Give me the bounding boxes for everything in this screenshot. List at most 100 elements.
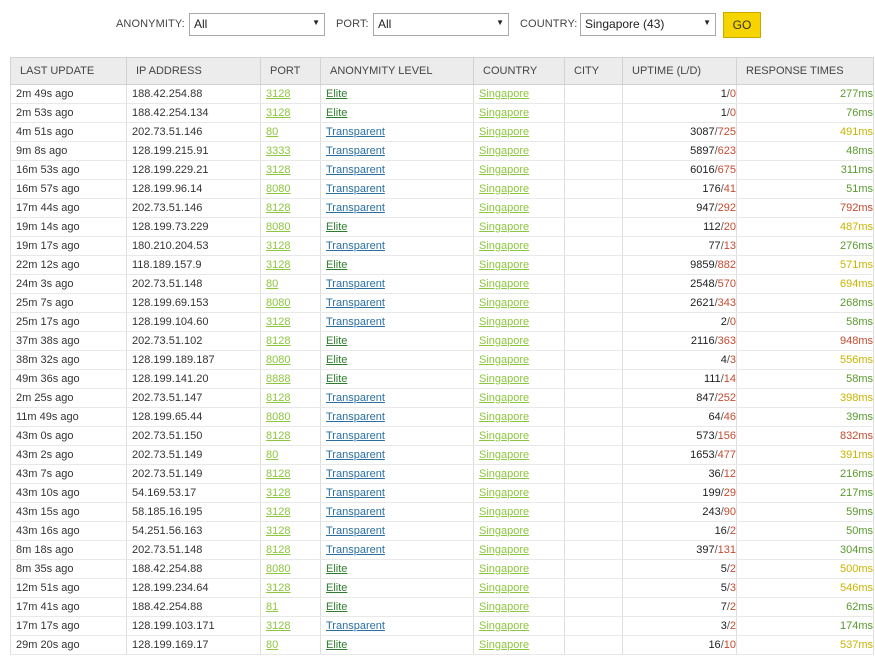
- port-link[interactable]: 80: [266, 278, 278, 290]
- country-link[interactable]: Singapore: [479, 126, 529, 138]
- port-link[interactable]: 80: [266, 639, 278, 651]
- header-last-update[interactable]: LAST UPDATE: [10, 57, 127, 85]
- port-link[interactable]: 3128: [266, 487, 290, 499]
- anonymity-link[interactable]: Elite: [326, 88, 347, 100]
- country-link[interactable]: Singapore: [479, 202, 529, 214]
- port-link[interactable]: 3128: [266, 582, 290, 594]
- anonymity-link[interactable]: Transparent: [326, 202, 385, 214]
- port-link[interactable]: 3128: [266, 316, 290, 328]
- anonymity-link[interactable]: Elite: [326, 582, 347, 594]
- country-link[interactable]: Singapore: [479, 544, 529, 556]
- header-country[interactable]: COUNTRY: [473, 57, 565, 85]
- port-link[interactable]: 3128: [266, 164, 290, 176]
- anonymity-link[interactable]: Transparent: [326, 525, 385, 537]
- header-anonymity-level[interactable]: ANONYMITY LEVEL: [320, 57, 474, 85]
- country-link[interactable]: Singapore: [479, 373, 529, 385]
- header-ip-address[interactable]: IP ADDRESS: [126, 57, 261, 85]
- country-link[interactable]: Singapore: [479, 316, 529, 328]
- country-link[interactable]: Singapore: [479, 240, 529, 252]
- anonymity-link[interactable]: Transparent: [326, 164, 385, 176]
- port-link[interactable]: 8080: [266, 563, 290, 575]
- anonymity-link[interactable]: Elite: [326, 107, 347, 119]
- port-link[interactable]: 8080: [266, 221, 290, 233]
- anonymity-link[interactable]: Transparent: [326, 620, 385, 632]
- anonymity-link[interactable]: Transparent: [326, 126, 385, 138]
- port-link[interactable]: 8128: [266, 335, 290, 347]
- country-link[interactable]: Singapore: [479, 164, 529, 176]
- anonymity-link[interactable]: Transparent: [326, 430, 385, 442]
- port-link[interactable]: 3128: [266, 107, 290, 119]
- anonymity-select[interactable]: All ▼: [189, 13, 325, 36]
- country-link[interactable]: Singapore: [479, 411, 529, 423]
- port-link[interactable]: 3128: [266, 88, 290, 100]
- port-link[interactable]: 3333: [266, 145, 290, 157]
- anonymity-link[interactable]: Elite: [326, 259, 347, 271]
- port-select[interactable]: All ▼: [373, 13, 509, 36]
- country-link[interactable]: Singapore: [479, 468, 529, 480]
- go-button[interactable]: GO: [723, 12, 761, 38]
- port-link[interactable]: 8888: [266, 373, 290, 385]
- port-link[interactable]: 8080: [266, 354, 290, 366]
- anonymity-link[interactable]: Transparent: [326, 297, 385, 309]
- anonymity-link[interactable]: Transparent: [326, 145, 385, 157]
- port-link[interactable]: 8080: [266, 297, 290, 309]
- country-link[interactable]: Singapore: [479, 107, 529, 119]
- country-link[interactable]: Singapore: [479, 221, 529, 233]
- header-response-times[interactable]: RESPONSE TIMES: [736, 57, 874, 85]
- country-link[interactable]: Singapore: [479, 278, 529, 290]
- country-link[interactable]: Singapore: [479, 487, 529, 499]
- country-link[interactable]: Singapore: [479, 297, 529, 309]
- header-uptime[interactable]: UPTIME (L/D): [622, 57, 737, 85]
- anonymity-link[interactable]: Transparent: [326, 240, 385, 252]
- port-link[interactable]: 8128: [266, 392, 290, 404]
- anonymity-link[interactable]: Elite: [326, 373, 347, 385]
- country-link[interactable]: Singapore: [479, 601, 529, 613]
- header-port[interactable]: PORT: [260, 57, 321, 85]
- country-link[interactable]: Singapore: [479, 392, 529, 404]
- country-link[interactable]: Singapore: [479, 563, 529, 575]
- port-link[interactable]: 80: [266, 126, 278, 138]
- country-link[interactable]: Singapore: [479, 506, 529, 518]
- port-link[interactable]: 8080: [266, 183, 290, 195]
- country-link[interactable]: Singapore: [479, 525, 529, 537]
- country-link[interactable]: Singapore: [479, 354, 529, 366]
- anonymity-link[interactable]: Elite: [326, 601, 347, 613]
- port-link[interactable]: 8128: [266, 544, 290, 556]
- port-link[interactable]: 3128: [266, 240, 290, 252]
- country-link[interactable]: Singapore: [479, 620, 529, 632]
- anonymity-link[interactable]: Transparent: [326, 392, 385, 404]
- country-link[interactable]: Singapore: [479, 449, 529, 461]
- port-link[interactable]: 3128: [266, 506, 290, 518]
- country-link[interactable]: Singapore: [479, 335, 529, 347]
- port-link[interactable]: 8128: [266, 202, 290, 214]
- country-link[interactable]: Singapore: [479, 259, 529, 271]
- port-link[interactable]: 80: [266, 449, 278, 461]
- anonymity-link[interactable]: Transparent: [326, 544, 385, 556]
- anonymity-link[interactable]: Transparent: [326, 278, 385, 290]
- anonymity-link[interactable]: Elite: [326, 563, 347, 575]
- country-link[interactable]: Singapore: [479, 145, 529, 157]
- country-link[interactable]: Singapore: [479, 582, 529, 594]
- port-link[interactable]: 3128: [266, 525, 290, 537]
- country-link[interactable]: Singapore: [479, 639, 529, 651]
- port-link[interactable]: 8128: [266, 430, 290, 442]
- anonymity-link[interactable]: Transparent: [326, 183, 385, 195]
- anonymity-link[interactable]: Transparent: [326, 487, 385, 499]
- port-link[interactable]: 3128: [266, 259, 290, 271]
- country-link[interactable]: Singapore: [479, 430, 529, 442]
- anonymity-link[interactable]: Transparent: [326, 411, 385, 423]
- country-select[interactable]: Singapore (43) ▼: [580, 13, 716, 36]
- anonymity-link[interactable]: Transparent: [326, 449, 385, 461]
- port-link[interactable]: 3128: [266, 620, 290, 632]
- anonymity-link[interactable]: Elite: [326, 335, 347, 347]
- port-link[interactable]: 8128: [266, 468, 290, 480]
- country-link[interactable]: Singapore: [479, 88, 529, 100]
- anonymity-link[interactable]: Elite: [326, 221, 347, 233]
- country-link[interactable]: Singapore: [479, 183, 529, 195]
- anonymity-link[interactable]: Transparent: [326, 506, 385, 518]
- header-city[interactable]: CITY: [564, 57, 623, 85]
- anonymity-link[interactable]: Elite: [326, 354, 347, 366]
- port-link[interactable]: 8080: [266, 411, 290, 423]
- port-link[interactable]: 81: [266, 601, 278, 613]
- anonymity-link[interactable]: Elite: [326, 639, 347, 651]
